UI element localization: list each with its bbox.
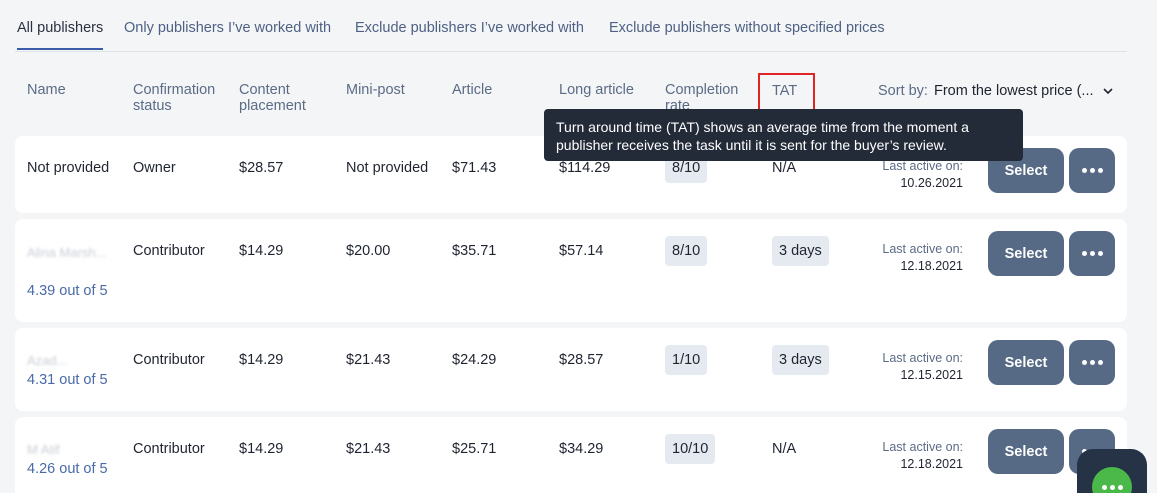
publisher-rating: 4.39 out of 5	[27, 283, 108, 299]
long-article-price: $114.29	[559, 160, 611, 176]
last-active-date: 12.18.2021	[900, 457, 963, 471]
tat-badge: 3 days	[772, 345, 829, 375]
select-button[interactable]: Select	[988, 340, 1064, 385]
publisher-name: Azad...	[27, 353, 68, 368]
tat-tooltip: Turn around time (TAT) shows an average …	[544, 109, 1023, 161]
last-active-label: Last active on:	[882, 159, 963, 173]
confirmation-status: Contributor	[133, 352, 205, 368]
column-confirmation-line1: Confirmation	[133, 82, 216, 98]
select-button[interactable]: Select	[988, 231, 1064, 276]
column-tat[interactable]: TAT	[758, 73, 815, 112]
confirmation-status: Contributor	[133, 243, 205, 259]
publisher-filter-tabs: All publishers Only publishers I’ve work…	[15, 0, 1127, 52]
select-button[interactable]: Select	[988, 429, 1064, 474]
mini-post-price: $21.43	[346, 352, 391, 368]
long-article-price: $57.14	[559, 243, 604, 259]
more-options-button[interactable]	[1069, 148, 1115, 193]
more-dots-icon	[1081, 360, 1103, 365]
column-content-placement: Content placement	[239, 82, 306, 114]
column-long-article: Long article	[559, 82, 634, 98]
mini-post-price: $20.00	[346, 243, 391, 259]
column-confirmation-line2: status	[133, 98, 172, 114]
last-active-label: Last active on:	[882, 242, 963, 256]
long-article-price: $34.29	[559, 441, 604, 457]
chat-widget[interactable]	[1077, 449, 1147, 493]
tat-value: N/A	[772, 441, 797, 457]
last-active-date: 10.26.2021	[900, 176, 963, 190]
more-dots-icon	[1081, 168, 1103, 173]
last-active: Last active on: 10.26.2021	[881, 158, 963, 192]
last-active-label: Last active on:	[882, 440, 963, 454]
last-active-date: 12.15.2021	[900, 368, 963, 382]
table-row: Azad... 4.31 out of 5 Contributor $14.29…	[15, 328, 1127, 411]
content-placement-price: $14.29	[239, 352, 284, 368]
article-price: $25.71	[452, 441, 497, 457]
column-content-line1: Content	[239, 82, 290, 98]
article-price: $35.71	[452, 243, 497, 259]
more-options-button[interactable]	[1069, 340, 1115, 385]
tat-value: N/A	[772, 160, 797, 176]
column-content-line2: placement	[239, 98, 306, 114]
sort-value: From the lowest price (...	[933, 83, 1094, 99]
last-active-label: Last active on:	[882, 351, 963, 365]
tab-exclude-worked-with[interactable]: Exclude publishers I’ve worked with	[355, 20, 584, 48]
article-price: $71.43	[452, 160, 497, 176]
tab-exclude-no-prices[interactable]: Exclude publishers without specified pri…	[609, 20, 885, 48]
mini-post-price: Not provided	[346, 160, 429, 176]
publisher-name: Alina Marsh...	[27, 245, 107, 260]
content-placement-price: $14.29	[239, 441, 284, 457]
publisher-name: M Atif	[27, 442, 60, 457]
last-active: Last active on: 12.18.2021	[881, 439, 963, 473]
column-confirmation-status: Confirmation status	[133, 82, 215, 114]
publisher-name: Not provided	[27, 160, 110, 176]
completion-rate-badge: 1/10	[665, 345, 708, 375]
more-dots-icon	[1081, 251, 1103, 256]
content-placement-price: $28.57	[239, 160, 284, 176]
completion-rate-badge: 10/10	[665, 434, 716, 464]
publisher-rating: 4.26 out of 5	[27, 461, 108, 477]
column-mini-post: Mini-post	[346, 82, 405, 98]
mini-post-price: $21.43	[346, 441, 391, 457]
completion-rate-badge: 8/10	[665, 236, 708, 266]
article-price: $24.29	[452, 352, 497, 368]
tab-worked-with[interactable]: Only publishers I’ve worked with	[124, 20, 331, 48]
last-active: Last active on: 12.15.2021	[881, 350, 963, 384]
more-options-button[interactable]	[1069, 231, 1115, 276]
sort-dropdown[interactable]: Sort by: From the lowest price (...	[878, 83, 1114, 99]
last-active: Last active on: 12.18.2021	[881, 241, 963, 275]
long-article-price: $28.57	[559, 352, 604, 368]
confirmation-status: Contributor	[133, 441, 205, 457]
table-row: M Atif 4.26 out of 5 Contributor $14.29 …	[15, 417, 1127, 493]
last-active-date: 12.18.2021	[900, 259, 963, 273]
publisher-rating: 4.31 out of 5	[27, 372, 108, 388]
chevron-down-icon	[1102, 88, 1113, 95]
tat-badge: 3 days	[772, 236, 829, 266]
column-completion-line1: Completion	[665, 82, 739, 98]
sort-label: Sort by:	[878, 83, 928, 99]
content-placement-price: $14.29	[239, 243, 284, 259]
tab-all-publishers[interactable]: All publishers	[17, 20, 104, 50]
confirmation-status: Owner	[133, 160, 176, 176]
table-row: Alina Marsh... 4.39 out of 5 Contributor…	[15, 219, 1127, 322]
column-article: Article	[452, 82, 493, 98]
chat-icon[interactable]	[1092, 467, 1132, 493]
column-name: Name	[27, 82, 66, 98]
